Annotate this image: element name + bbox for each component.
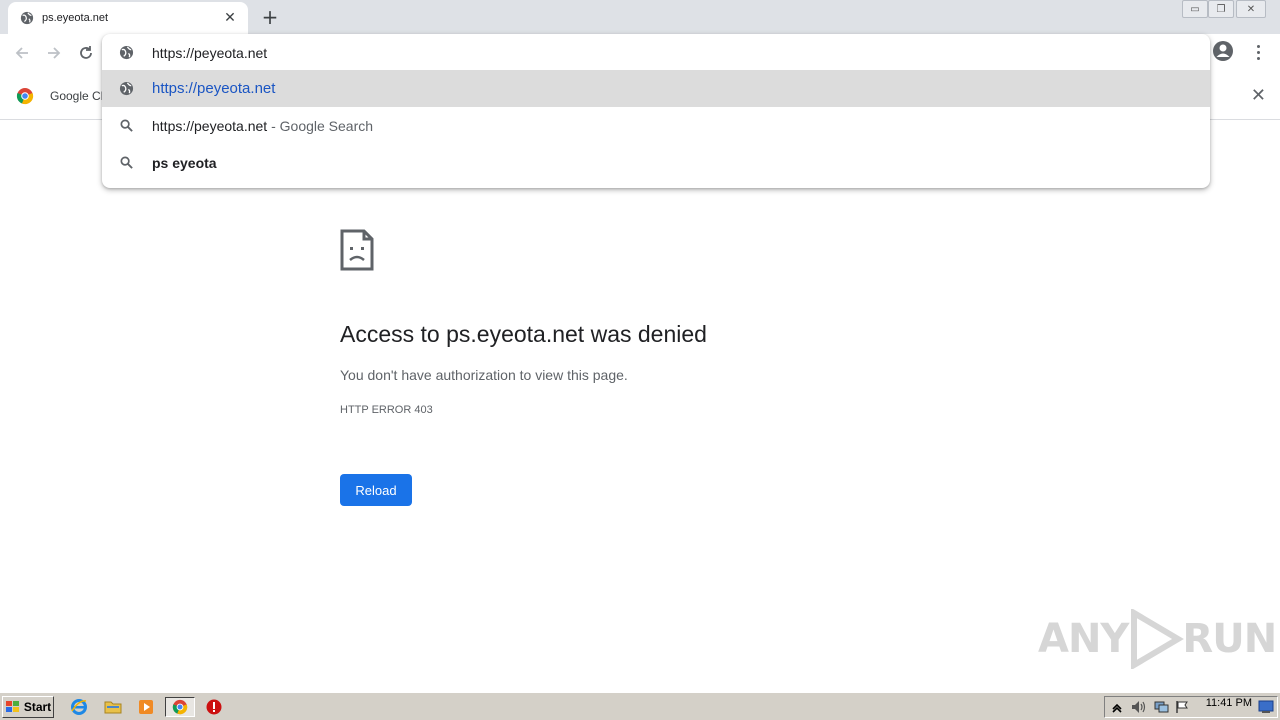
stop-sign-icon — [206, 699, 222, 715]
omnibox-suggestion[interactable]: ps eyeota — [102, 144, 1210, 181]
taskbar-chrome[interactable] — [165, 697, 195, 717]
anyrun-watermark: ANY RUN — [1038, 609, 1277, 669]
chrome-logo-icon — [172, 699, 188, 715]
bookmark-item[interactable]: Google Cl — [16, 87, 103, 105]
new-tab-button[interactable]: + — [258, 5, 282, 29]
omnibox-input[interactable]: https://peyeota.net — [152, 45, 267, 61]
page-content: Access to ps.eyeota.net was denied You d… — [0, 121, 1280, 692]
watermark-left: ANY — [1038, 616, 1129, 662]
play-logo-icon — [1131, 609, 1185, 669]
globe-icon — [119, 81, 134, 96]
search-icon — [120, 156, 133, 169]
taskbar-ie[interactable] — [68, 697, 90, 717]
info-bar-close-icon[interactable]: ✕ — [1251, 85, 1266, 106]
search-icon — [120, 119, 133, 132]
suggestion-suffix: - Google Search — [267, 117, 374, 134]
taskbar-explorer[interactable] — [102, 697, 124, 717]
tab-title: ps.eyeota.net — [42, 12, 109, 24]
network-icon[interactable] — [1153, 700, 1169, 714]
reload-button[interactable]: Reload — [340, 474, 412, 506]
tray-expand-icon[interactable] — [1111, 701, 1123, 713]
windows-logo-icon — [5, 701, 19, 712]
menu-button[interactable] — [1250, 40, 1266, 64]
media-player-icon — [139, 700, 153, 714]
omnibox-input-row[interactable]: https://peyeota.net — [102, 34, 1210, 71]
bookmark-label: Google Cl — [50, 89, 104, 103]
volume-icon[interactable] — [1131, 700, 1147, 714]
account-icon — [1213, 41, 1233, 61]
start-button[interactable]: Start — [2, 696, 54, 718]
suggestion-url: https://peyeota.net — [152, 80, 276, 97]
error-title: Access to ps.eyeota.net was denied — [340, 321, 707, 347]
tab-active[interactable]: ps.eyeota.net ✕ — [8, 2, 248, 34]
close-window-button[interactable]: ✕ — [1236, 0, 1266, 18]
tab-strip: ps.eyeota.net ✕ + ▭ ❐ ✕ — [0, 0, 1280, 34]
reload-toolbar-button[interactable] — [72, 39, 100, 67]
arrow-right-icon — [48, 47, 61, 59]
dot-icon — [1256, 50, 1260, 54]
taskbar-stop-app[interactable] — [203, 697, 225, 717]
flag-icon[interactable] — [1175, 700, 1189, 714]
dot-icon — [1256, 56, 1260, 60]
omnibox-suggestion[interactable]: https://peyeota.net - Google Search — [102, 107, 1210, 144]
maximize-button[interactable]: ❐ — [1208, 0, 1234, 18]
globe-icon — [20, 11, 34, 25]
watermark-right: RUN — [1182, 616, 1277, 662]
sad-page-icon — [340, 229, 374, 271]
suggestion-text: https://peyeota.net — [152, 117, 268, 134]
folder-icon — [104, 701, 122, 714]
taskbar-media-player[interactable] — [135, 697, 157, 717]
globe-icon — [119, 45, 134, 60]
clock: 11:41 PM — [1205, 697, 1252, 709]
back-button[interactable] — [8, 39, 36, 67]
omnibox-dropdown: https://peyeota.net https://peyeota.net … — [102, 34, 1210, 188]
chrome-logo-icon — [16, 88, 34, 105]
show-desktop-icon[interactable] — [1258, 700, 1274, 714]
forward-button[interactable] — [40, 39, 68, 67]
profile-button[interactable] — [1212, 40, 1236, 64]
start-label: Start — [23, 700, 52, 714]
suggestion-text: ps eyeota — [152, 154, 217, 171]
arrow-left-icon — [15, 47, 28, 59]
minimize-button[interactable]: ▭ — [1182, 0, 1208, 18]
tab-close-icon[interactable]: ✕ — [218, 6, 242, 30]
error-message: You don't have authorization to view thi… — [340, 367, 628, 383]
refresh-icon — [80, 46, 92, 59]
omnibox-suggestion-selected[interactable]: https://peyeota.net — [102, 70, 1210, 107]
dot-icon — [1256, 44, 1260, 48]
taskbar: Start 11:41 PM — [0, 692, 1280, 720]
error-code: HTTP ERROR 403 — [340, 404, 433, 416]
internet-explorer-icon — [71, 699, 87, 715]
